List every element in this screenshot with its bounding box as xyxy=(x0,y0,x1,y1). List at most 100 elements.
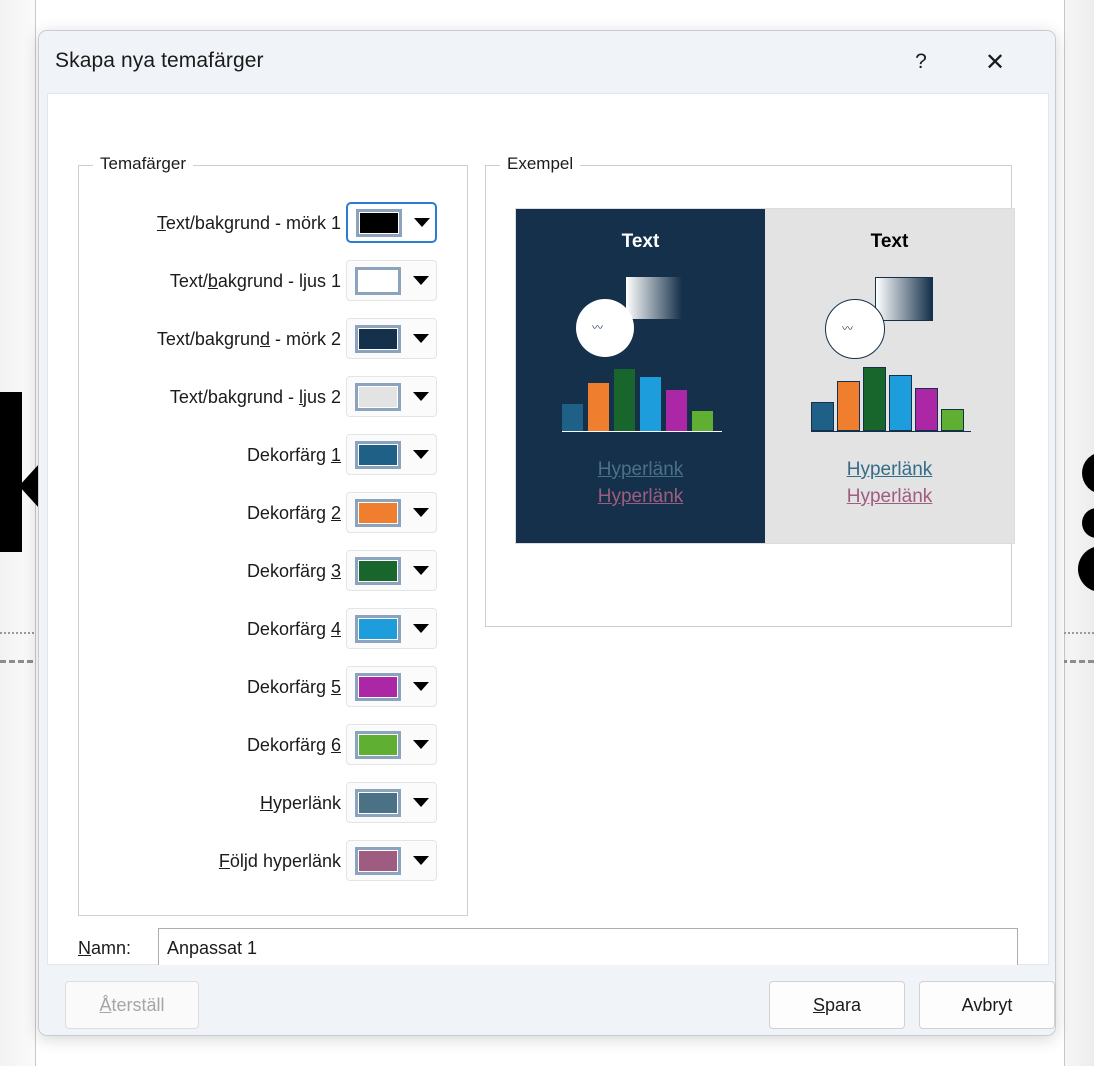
color-row: Dekorfärg 6 xyxy=(79,716,469,774)
color-row: Text/bakgrund - mörk 2 xyxy=(79,310,469,368)
color-row-label: Dekorfärg 5 xyxy=(246,676,341,697)
chevron-down-icon xyxy=(413,856,429,865)
color-row: Text/bakgrund - mörk 1 xyxy=(79,194,469,252)
cancel-button[interactable]: Avbryt xyxy=(919,981,1055,1029)
color-picker-button[interactable] xyxy=(346,434,437,475)
color-swatch-fill xyxy=(358,385,398,408)
color-swatch-fill xyxy=(359,211,399,234)
color-picker-button[interactable] xyxy=(346,782,437,823)
color-swatch xyxy=(355,324,401,353)
preview-gradient-rectangle xyxy=(875,277,933,321)
color-picker-button[interactable] xyxy=(346,550,437,591)
preview-followed-hyperlink[interactable]: Hyperlänk xyxy=(765,486,1014,508)
preview-followed-hyperlink[interactable]: Hyperlänk xyxy=(516,486,765,508)
preview-chart-baseline xyxy=(562,431,722,432)
preview-hyperlink[interactable]: Hyperlänk xyxy=(516,459,765,481)
preview-light-links: Hyperlänk Hyperlänk xyxy=(765,459,1014,513)
dialog-content: Temafärger Text/bakgrund - mörk 1 Text/ba… xyxy=(47,93,1049,968)
preview-bar xyxy=(837,381,860,431)
color-row-label: Text/bakgrund - ljus 1 xyxy=(169,270,341,291)
preview-bar xyxy=(588,383,609,431)
color-picker-button[interactable] xyxy=(346,260,437,301)
color-swatch-fill xyxy=(358,675,398,698)
preview-bar xyxy=(614,369,635,431)
theme-name-input[interactable] xyxy=(158,928,1018,968)
color-row: Följd hyperlänk xyxy=(79,832,469,890)
theme-name-row: Namn: xyxy=(78,927,1018,969)
chevron-down-icon xyxy=(413,508,429,517)
color-swatch xyxy=(355,556,401,585)
color-swatch xyxy=(355,498,401,527)
help-icon[interactable]: ? xyxy=(899,43,943,81)
color-swatch-fill xyxy=(358,617,398,640)
preview-gradient-rectangle xyxy=(626,277,682,319)
color-row-label: Dekorfärg 1 xyxy=(246,444,341,465)
color-row: Dekorfärg 5 xyxy=(79,658,469,716)
preview-bar xyxy=(811,402,834,431)
close-icon[interactable]: ✕ xyxy=(973,43,1017,81)
color-swatch xyxy=(355,440,401,469)
color-row: Dekorfärg 1 xyxy=(79,426,469,484)
color-row: Text/bakgrund - ljus 1 xyxy=(79,252,469,310)
color-picker-button[interactable] xyxy=(346,724,437,765)
color-row-label: Följd hyperlänk xyxy=(218,850,341,871)
preview-bar xyxy=(889,375,912,431)
theme-colors-group: Temafärger Text/bakgrund - mörk 1 Text/ba… xyxy=(78,154,468,916)
color-swatch xyxy=(355,788,401,817)
color-row: Hyperlänk xyxy=(79,774,469,832)
chevron-down-icon xyxy=(413,450,429,459)
color-rows-list: Text/bakgrund - mörk 1 Text/bakgrund - lj… xyxy=(79,166,467,915)
preview-circle-shape: 〰 xyxy=(576,299,634,357)
color-row: Text/bakgrund - ljus 2 xyxy=(79,368,469,426)
color-row: Dekorfärg 4 xyxy=(79,600,469,658)
chevron-down-icon xyxy=(413,276,429,285)
preview-squiggle-icon: 〰 xyxy=(592,322,603,334)
sample-preview-group: Exempel Text 〰 Hyperlänk Hyperlänk Text … xyxy=(485,154,1015,627)
preview-light-title: Text xyxy=(870,231,909,252)
color-picker-button[interactable] xyxy=(346,840,437,881)
preview-bar xyxy=(692,411,713,431)
color-row-label: Text/bakgrund - ljus 2 xyxy=(169,386,341,407)
color-swatch xyxy=(355,846,401,875)
preview-circle-shape: 〰 xyxy=(825,299,885,359)
preview-chart-baseline xyxy=(811,431,971,432)
color-swatch xyxy=(355,614,401,643)
color-picker-button[interactable] xyxy=(346,666,437,707)
dialog-titlebar: Skapa nya temafärger ? ✕ xyxy=(39,31,1055,93)
color-picker-button[interactable] xyxy=(346,492,437,533)
color-row-label: Dekorfärg 6 xyxy=(246,734,341,755)
background-right-rule xyxy=(1064,0,1065,1066)
preview-bar xyxy=(666,390,687,431)
chevron-down-icon xyxy=(413,798,429,807)
color-picker-button[interactable] xyxy=(346,608,437,649)
chevron-down-icon xyxy=(414,218,430,227)
preview-bar xyxy=(640,377,661,431)
color-picker-button[interactable] xyxy=(346,318,437,359)
save-button[interactable]: Spara xyxy=(769,981,905,1029)
preview-dark-panel: Text 〰 Hyperlänk Hyperlänk xyxy=(516,209,765,543)
color-swatch-fill xyxy=(358,269,398,292)
preview-bar-chart xyxy=(562,361,722,435)
color-swatch-fill xyxy=(358,849,398,872)
color-row: Dekorfärg 3 xyxy=(79,542,469,600)
color-picker-button[interactable] xyxy=(346,376,437,417)
color-picker-button[interactable] xyxy=(346,202,437,243)
color-swatch-fill xyxy=(358,791,398,814)
color-swatch-fill xyxy=(358,501,398,524)
color-swatch xyxy=(355,730,401,759)
create-theme-colors-dialog: Skapa nya temafärger ? ✕ Temafärger Text… xyxy=(38,30,1056,1036)
chevron-down-icon xyxy=(413,334,429,343)
preview-bar xyxy=(562,404,583,431)
color-row-label: Dekorfärg 4 xyxy=(246,618,341,639)
color-swatch-fill xyxy=(358,327,398,350)
preview-bar xyxy=(941,409,964,431)
theme-preview: Text 〰 Hyperlänk Hyperlänk Text 〰 Hyperl… xyxy=(515,208,1015,544)
chevron-down-icon xyxy=(413,624,429,633)
preview-hyperlink[interactable]: Hyperlänk xyxy=(765,459,1014,481)
chevron-down-icon xyxy=(413,740,429,749)
dialog-footer: Återställ Spara Avbryt xyxy=(39,965,1055,1035)
preview-dark-title: Text xyxy=(621,231,660,252)
preview-bar xyxy=(915,388,938,431)
reset-button[interactable]: Återställ xyxy=(65,981,199,1029)
chevron-down-icon xyxy=(413,682,429,691)
